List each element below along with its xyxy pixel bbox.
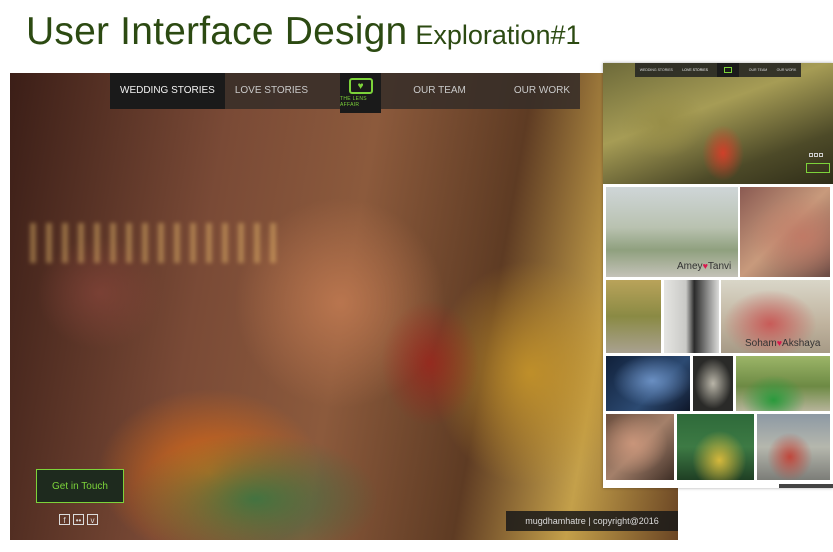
gallery-nav: WEDDING STORIES LOVE STORIES OUR TEAM OU…: [635, 63, 801, 77]
nav-our-work[interactable]: OUR WORK: [504, 73, 580, 109]
gallery-photo[interactable]: [606, 414, 674, 480]
hero-title: User Interface Design Exploration#1: [26, 10, 581, 54]
social-links: f •• v: [59, 514, 98, 525]
flickr-icon[interactable]: ••: [73, 514, 84, 525]
gallery-nav-item[interactable]: OUR TEAM: [749, 68, 767, 72]
background-saree: [130, 433, 380, 540]
gallery-nav-item[interactable]: LOVE STORIES: [682, 68, 708, 72]
gallery-photo[interactable]: [736, 356, 830, 411]
gallery-photo[interactable]: [677, 414, 754, 480]
gallery-photo[interactable]: [693, 356, 733, 411]
nav-wedding-stories[interactable]: WEDDING STORIES: [110, 73, 225, 109]
gallery-footer: [779, 484, 833, 488]
vimeo-icon[interactable]: v: [87, 514, 98, 525]
main-website-mockup: WEDDING STORIES LOVE STORIES ♥ THE LENS …: [10, 73, 678, 540]
background-lights: [30, 223, 280, 263]
gallery-nav-item[interactable]: WEDDING STORIES: [640, 68, 673, 72]
gallery-social-icons: [809, 153, 823, 157]
gallery-photo[interactable]: [757, 414, 830, 480]
page-subtitle: Exploration#1: [415, 20, 581, 50]
logo[interactable]: ♥ THE LENS AFFAIR: [340, 73, 382, 113]
gallery-photo[interactable]: [606, 356, 690, 411]
gallery-logo[interactable]: [717, 63, 740, 77]
nav-our-team[interactable]: OUR TEAM: [403, 73, 476, 109]
gallery-photo[interactable]: [606, 280, 661, 353]
gallery-page-mockup: WEDDING STORIES LOVE STORIES OUR TEAM OU…: [603, 63, 833, 488]
logo-text: THE LENS AFFAIR: [340, 96, 367, 108]
gallery-photo[interactable]: [740, 187, 830, 277]
gallery-photo[interactable]: [664, 280, 719, 353]
gallery-hero-photo: WEDDING STORIES LOVE STORIES OUR TEAM OU…: [603, 63, 833, 184]
camera-heart-icon: ♥: [348, 78, 373, 94]
couple-caption: Soham♥Akshaya: [745, 338, 821, 349]
page-title: User Interface Design: [26, 10, 408, 53]
facebook-icon[interactable]: f: [59, 514, 70, 525]
top-navigation: WEDDING STORIES LOVE STORIES ♥ THE LENS …: [110, 73, 580, 113]
gallery-get-in-touch[interactable]: [806, 163, 830, 173]
couple-caption: Amey♥Tanvi: [677, 261, 732, 272]
copyright-footer: mugdhamhatre | copyright@2016: [506, 511, 678, 531]
gallery-nav-item[interactable]: OUR WORK: [777, 68, 797, 72]
nav-love-stories[interactable]: LOVE STORIES: [225, 73, 318, 109]
get-in-touch-button[interactable]: Get in Touch: [36, 469, 124, 503]
